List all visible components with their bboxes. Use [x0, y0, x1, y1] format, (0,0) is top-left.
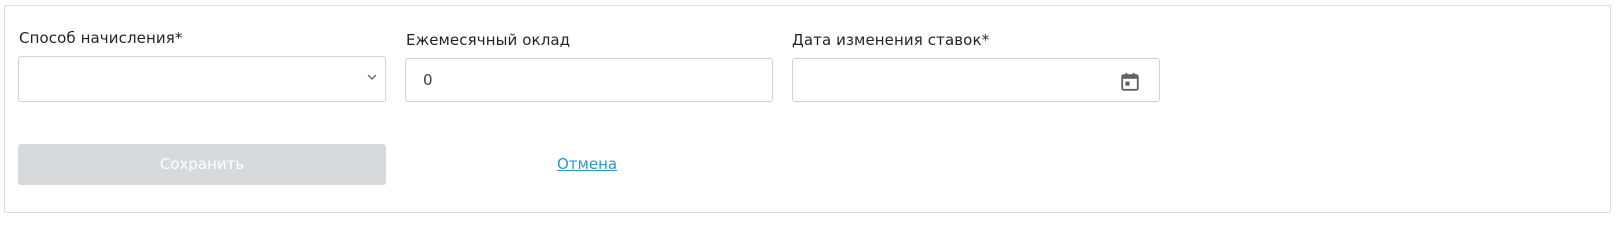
monthly-salary-input[interactable]: 0: [405, 58, 773, 102]
accrual-method-select[interactable]: [18, 56, 386, 102]
monthly-salary-label: Ежемесячный оклад: [406, 31, 571, 49]
chevron-down-icon: [367, 74, 377, 80]
cancel-link[interactable]: Отмена: [557, 155, 617, 173]
accrual-method-label: Способ начисления*: [19, 29, 183, 47]
rate-change-date-label: Дата изменения ставок*: [792, 31, 990, 49]
calendar-icon[interactable]: [1119, 71, 1141, 93]
monthly-salary-value: 0: [423, 71, 433, 89]
save-button[interactable]: Сохранить: [18, 144, 386, 185]
rate-change-date-input[interactable]: [792, 58, 1160, 102]
